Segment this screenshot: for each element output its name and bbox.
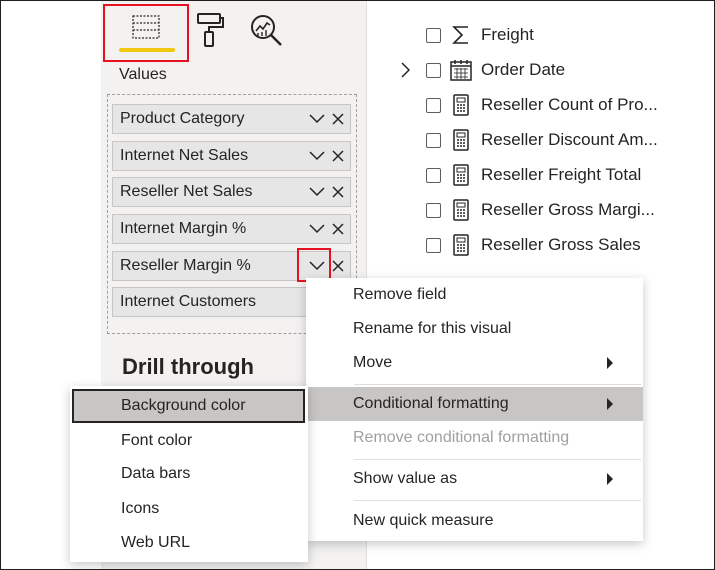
drill-through-heading: Drill through [122, 354, 254, 379]
submenu-arrow-icon [607, 398, 613, 410]
values-label: Values [119, 66, 167, 83]
analytics-tab-button[interactable] [247, 10, 285, 50]
calendar-icon [449, 58, 473, 82]
chevron-right-icon[interactable] [395, 60, 415, 80]
menu-item-conditional-formatting[interactable]: Conditional formatting [306, 387, 643, 421]
menu-item-remove-conditional-formatting: Remove conditional formatting [353, 429, 570, 446]
selected-tab-indicator [119, 48, 175, 52]
menu-separator [354, 459, 641, 460]
field-label: Reseller Gross Margi... [481, 200, 655, 219]
submenu-item-web-url[interactable]: Web URL [70, 526, 308, 560]
field-checkbox[interactable] [426, 97, 441, 113]
menu-item-remove-field[interactable]: Remove field [306, 278, 643, 312]
field-list-item[interactable]: Reseller Count of Pro... [395, 90, 665, 120]
menu-separator [354, 500, 641, 501]
close-icon[interactable] [328, 217, 348, 241]
field-label: Reseller Count of Pro... [481, 95, 658, 114]
menu-item-show-value-as[interactable]: Show value as [306, 462, 643, 496]
chevron-down-icon[interactable] [306, 217, 328, 241]
menu-item-rename[interactable]: Rename for this visual [306, 312, 643, 346]
field-label: Reseller Gross Sales [481, 235, 641, 254]
field-checkbox[interactable] [426, 237, 441, 253]
field-checkbox[interactable] [426, 202, 441, 218]
value-field-label: Reseller Net Sales [120, 183, 253, 200]
field-list-item[interactable]: Freight [395, 20, 665, 50]
close-icon[interactable] [328, 180, 348, 204]
field-label: Reseller Discount Am... [481, 130, 658, 149]
calculator-icon [449, 128, 473, 152]
analytics-magnifier-icon [251, 15, 282, 46]
value-field-label: Reseller Margin % [120, 257, 251, 274]
close-icon[interactable] [328, 144, 348, 168]
value-field-label: Product Category [120, 110, 245, 127]
menu-separator [354, 384, 641, 385]
fields-tab-button[interactable] [103, 4, 189, 62]
calculator-icon [449, 93, 473, 117]
field-checkbox[interactable] [426, 167, 441, 183]
calculator-icon [449, 198, 473, 222]
menu-item-new-quick-measure[interactable]: New quick measure [306, 504, 643, 538]
close-icon[interactable] [328, 107, 348, 131]
value-field-pill[interactable]: Internet Margin % [112, 214, 351, 244]
field-label: Freight [481, 25, 534, 44]
field-checkbox[interactable] [426, 132, 441, 148]
submenu-item-font-color[interactable]: Font color [70, 424, 308, 458]
menu-item-move[interactable]: Move [306, 346, 643, 380]
field-list-item[interactable]: Reseller Gross Margi... [395, 195, 665, 225]
field-label: Order Date [481, 60, 566, 79]
close-icon[interactable] [328, 254, 348, 278]
field-label: Reseller Freight Total [481, 165, 642, 184]
conditional-formatting-submenu: Background color Font color Data bars Ic… [70, 386, 308, 562]
table-fields-icon [132, 15, 160, 39]
value-field-label: Internet Net Sales [120, 147, 249, 164]
value-field-pill[interactable]: Reseller Net Sales [112, 177, 351, 207]
calculator-icon [449, 233, 473, 257]
field-checkbox[interactable] [426, 27, 441, 43]
field-list-item[interactable]: Reseller Freight Total [395, 160, 665, 190]
value-field-pill[interactable]: Product Category [112, 104, 351, 134]
chevron-down-icon[interactable] [306, 144, 328, 168]
active-chevron-highlight [297, 248, 331, 282]
field-context-menu: Remove field Rename for this visual Move… [306, 278, 643, 541]
chevron-down-icon[interactable] [306, 107, 328, 131]
submenu-arrow-icon [607, 357, 613, 369]
value-field-pill[interactable]: Internet Net Sales [112, 141, 351, 171]
paint-roller-icon [197, 13, 224, 47]
chevron-down-icon[interactable] [306, 180, 328, 204]
field-list-item[interactable]: Reseller Gross Sales [395, 230, 665, 260]
submenu-arrow-icon [607, 473, 613, 485]
value-field-label: Internet Margin % [120, 220, 247, 237]
submenu-item-background-color[interactable]: Background color [72, 389, 305, 423]
submenu-item-icons[interactable]: Icons [70, 492, 308, 526]
sigma-icon [449, 23, 473, 47]
calculator-icon [449, 163, 473, 187]
submenu-item-data-bars[interactable]: Data bars [70, 457, 308, 491]
field-list-item[interactable]: Order Date [395, 55, 665, 85]
format-tab-button[interactable] [193, 10, 227, 50]
field-checkbox[interactable] [426, 62, 441, 78]
field-list-item[interactable]: Reseller Discount Am... [395, 125, 665, 155]
